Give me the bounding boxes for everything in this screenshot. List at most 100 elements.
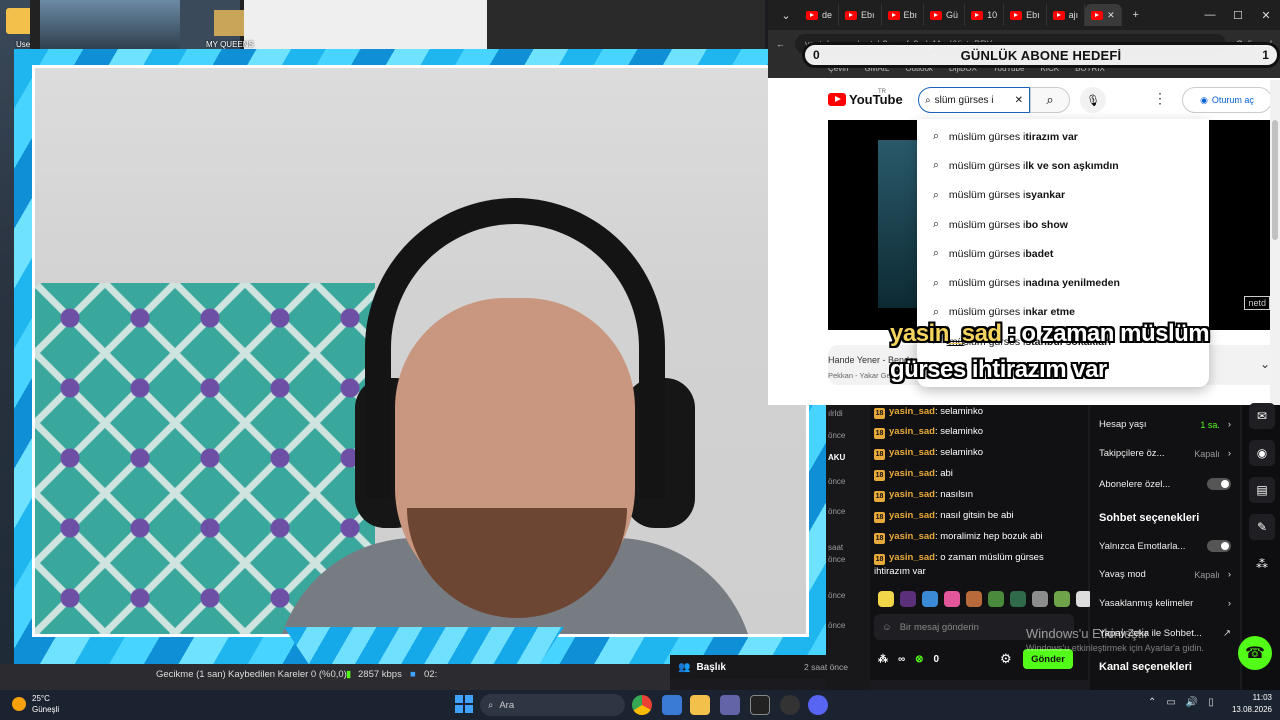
tab-search-icon[interactable]: ⌄ [772, 9, 800, 22]
emote-icon[interactable] [1010, 591, 1026, 607]
weather-widget[interactable]: 25°C Güneşli [12, 693, 59, 715]
subscriber-goal-widget: 0 GÜNLÜK ABONE HEDEFİ 1 [802, 42, 1280, 68]
emote-icon[interactable] [988, 591, 1004, 607]
share-icon[interactable]: ⁂ [1249, 551, 1275, 577]
search-icon: ⌕ [925, 94, 931, 106]
suggestion-item[interactable]: ⌕ müslüm gürses isyankar [917, 181, 1209, 210]
browser-tab[interactable]: de [800, 4, 840, 26]
suggestion-item[interactable]: ⌕ müslüm gürses ibadet [917, 239, 1209, 268]
youtube-play-icon [828, 93, 846, 106]
more-options-icon[interactable]: ⋮ [1153, 90, 1167, 107]
emote-icon[interactable] [1054, 591, 1070, 607]
discord-icon[interactable] [808, 695, 828, 715]
wrench-icon[interactable]: ✎ [1249, 514, 1275, 540]
chat-settings-icon[interactable]: ⚙ [1000, 651, 1012, 667]
minimize-button[interactable]: — [1196, 9, 1224, 21]
queens-folder-icon[interactable] [214, 10, 244, 36]
network-icon[interactable]: ▭ [1166, 697, 1175, 708]
back-icon[interactable]: ← [776, 39, 785, 49]
windows-taskbar: 25°C Güneşli ⌕ Ara ⌃ ▭ 🔊 ▯ 11:03 13.08.202… [0, 690, 1280, 720]
browser-tab[interactable]: Ebı [882, 4, 925, 26]
frame-decoration [284, 627, 564, 669]
close-tab-icon[interactable]: ✕ [1107, 10, 1115, 21]
browser-tab[interactable]: Ebı [839, 4, 882, 26]
suggestion-item[interactable]: ⌕ müslüm gürses ibo show [917, 210, 1209, 239]
youtube-logo[interactable]: YouTube [828, 92, 903, 107]
photos-icon[interactable] [662, 695, 682, 715]
layout-icon[interactable]: ▤ [1249, 477, 1275, 503]
battery-icon[interactable]: ▯ [1208, 697, 1214, 708]
setting-subscribers-only[interactable]: Abonelere özel... [1099, 478, 1231, 490]
people-icon: 👥 [678, 661, 691, 673]
windows-activation-title: Windows'u Etkinleştir [1026, 626, 1149, 641]
toggle-switch[interactable] [1207, 540, 1231, 552]
obs-icon[interactable] [780, 695, 800, 715]
youtube-search-input[interactable]: ⌕ slüm gürses i ✕ [918, 87, 1030, 113]
chevron-up-icon[interactable]: ⌃ [1148, 697, 1156, 708]
setting-slow-mode[interactable]: Yavaş mod Kapalı › [1099, 569, 1231, 580]
desktop-label-queens: MY QUEENS [206, 40, 254, 49]
emote-icon[interactable] [1032, 591, 1048, 607]
browser-tab[interactable]: 10 [965, 4, 1005, 26]
emote-icon[interactable] [900, 591, 916, 607]
suggestion-item[interactable]: ⌕ müslüm gürses ilk ve son aşkımdın [917, 151, 1209, 180]
emote-icon[interactable] [922, 591, 938, 607]
scrollbar-thumb[interactable] [1272, 120, 1278, 240]
setting-banned-words[interactable]: Yasaklanmış kelimeler › [1099, 598, 1231, 609]
clock[interactable]: 11:03 13.08.2026 [1232, 692, 1272, 716]
browser-tab[interactable]: ajı [1047, 4, 1086, 26]
youtube-icon [971, 10, 984, 20]
emote-icon[interactable] [944, 591, 960, 607]
setting-emote-only[interactable]: Yalnızca Emotlarla... [1099, 540, 1231, 552]
browser-tab[interactable]: Ebı [1004, 4, 1047, 26]
help-chat-button[interactable]: ☎ [1238, 636, 1272, 670]
broadcast-icon[interactable]: ◉ [1249, 440, 1275, 466]
emote-icon[interactable] [966, 591, 982, 607]
stream-title-row[interactable]: 👥 Başlık 2 saat önce [670, 655, 856, 679]
age-badge: 18 [874, 533, 885, 544]
youtube-icon [1052, 10, 1065, 20]
search-query: slüm gürses i [934, 94, 994, 106]
points-icon[interactable]: ⁂ [878, 654, 888, 665]
chevron-right-icon: › [1227, 569, 1231, 580]
overlay-message-line2: gürses ihtirazım var [890, 356, 1107, 383]
taskbar-search[interactable]: ⌕ Ara [480, 694, 625, 716]
search-icon: ⌕ [933, 159, 939, 172]
chat-tool-icon[interactable]: ✉ [1249, 403, 1275, 429]
signal-icon: ▮ [346, 669, 352, 680]
suggestion-item[interactable]: ⌕ müslüm gürses inadına yenilmeden [917, 268, 1209, 297]
close-window-button[interactable]: ✕ [1252, 9, 1280, 22]
chevron-right-icon: › [1227, 598, 1231, 609]
start-button[interactable] [455, 695, 473, 713]
new-tab-icon[interactable]: + [1122, 9, 1150, 21]
search-icon: ⌕ [1046, 92, 1054, 107]
obs-status-bar: Gecikme (1 san) Kaybedilen Kareler 0 (%0… [0, 664, 670, 690]
voice-search-button[interactable]: 🎙 [1080, 87, 1106, 113]
headset-icon: ☎ [1245, 645, 1265, 662]
emote-icon[interactable] [878, 591, 894, 607]
emoji-icon[interactable]: ☺ [882, 622, 892, 633]
volume-icon[interactable]: 🔊 [1186, 697, 1198, 708]
browser-tab[interactable]: Gü [924, 4, 966, 26]
chrome-icon[interactable] [632, 695, 652, 715]
setting-followers-only[interactable]: Takipçilere öz... Kapalı › [1099, 448, 1231, 459]
maximize-button[interactable]: ☐ [1224, 9, 1252, 22]
file-explorer-icon[interactable] [690, 695, 710, 715]
chevron-right-icon: › [1227, 448, 1231, 459]
suggestion-item[interactable]: ⌕ müslüm gürses itirazım var [917, 122, 1209, 151]
browser-tab-active[interactable]: ✕ [1085, 4, 1122, 26]
clear-search-icon[interactable]: ✕ [1015, 95, 1023, 106]
toggle-switch[interactable] [1207, 478, 1231, 490]
page-scrollbar[interactable] [1270, 80, 1280, 405]
chat-input-placeholder: Bir mesaj gönderin [899, 621, 979, 633]
chevron-down-icon[interactable]: ⌄ [1260, 357, 1270, 371]
chat-message: 18 yasin_sad: selaminko [874, 406, 984, 419]
teams-icon[interactable] [720, 695, 740, 715]
sun-icon [12, 697, 26, 711]
subscriber-goal-current: 0 [813, 48, 820, 62]
sign-in-button[interactable]: ◉ Oturum aç [1182, 87, 1272, 113]
search-button[interactable]: ⌕ [1030, 87, 1070, 113]
coin-icon[interactable]: ⊗ [915, 654, 923, 665]
epic-games-icon[interactable] [750, 695, 770, 715]
setting-account-age[interactable]: Hesap yaşı 1 sa. › [1099, 419, 1231, 430]
